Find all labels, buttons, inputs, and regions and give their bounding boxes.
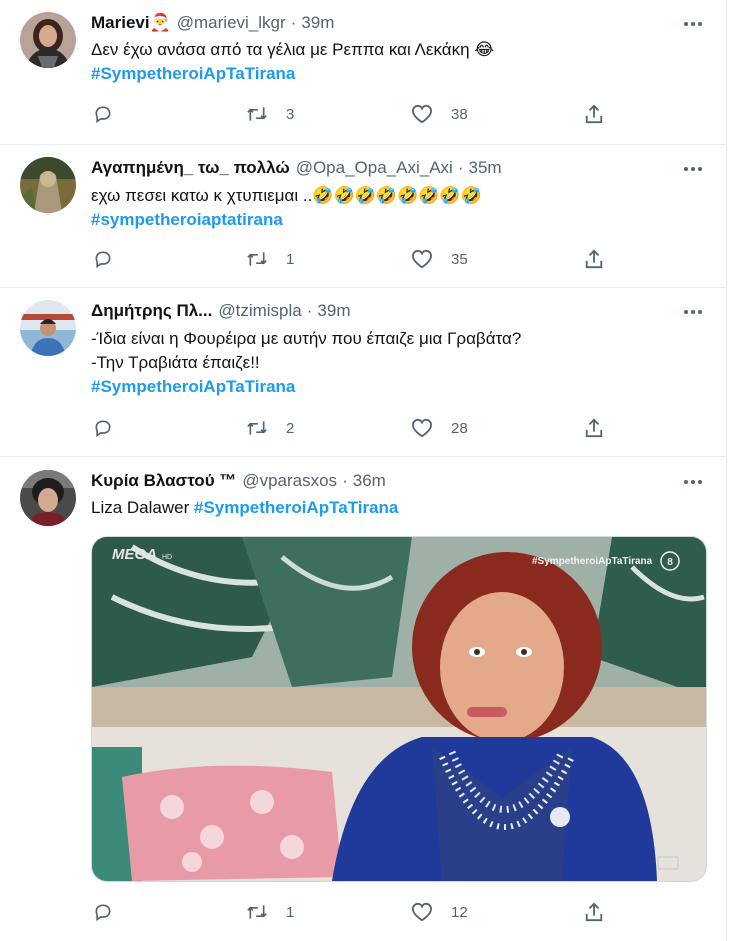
share-icon [585,418,603,438]
avatar[interactable] [20,300,76,356]
heart-icon [411,418,433,438]
tweet-text-line: Δεν έχω ανάσα από τα γέλια με Ρεππα και … [91,40,495,59]
display-name[interactable]: Αγαπημένη_ τω_ πολλώ [91,158,290,178]
more-icon[interactable] [682,301,704,323]
rating-badge: 8 [667,557,673,568]
like-button[interactable]: 35 [411,246,468,272]
tweet-header: Marievi🎅 @marievi_lkgr · 39m [91,10,334,36]
more-icon[interactable] [682,471,704,493]
channel-logo-sub: HD [162,554,172,561]
tweet-text: εχω πεσει κατω κ χτυπιεμαι ..🤣🤣🤣🤣🤣🤣🤣🤣 #s… [91,184,696,232]
share-icon [585,902,603,922]
share-icon [585,104,603,124]
more-icon[interactable] [682,158,704,180]
user-handle[interactable]: @Opa_Opa_Axi_Axi [296,158,453,178]
retweet-icon [247,421,267,435]
tweet[interactable]: Αγαπημένη_ τω_ πολλώ @Opa_Opa_Axi_Axi · … [0,144,726,288]
tweet-text-line: -Την Τραβιάτα έπαιζε!! [91,353,260,372]
separator-dot: · [306,301,313,320]
share-button[interactable] [584,899,604,925]
tweet-text: -Ίδια είναι η Φουρέιρα με αυτήν που έπαι… [91,327,696,399]
tweet[interactable]: Κυρία Βλαστού ™ @vparasxos · 36m Liza Da… [0,456,726,941]
heart-icon [411,249,433,269]
separator-dot: · [290,13,297,32]
like-count: 28 [451,419,468,437]
tweet-text-prefix: Liza Dalawer [91,498,190,517]
user-handle[interactable]: @vparasxos [242,471,337,491]
retweet-count: 1 [286,250,295,268]
hashtag-link[interactable]: #SympetheroiApTaTirana [194,498,398,517]
tweet-actions: 2 28 [91,415,631,441]
tweet-text: Liza Dalawer #SympetheroiApTaTirana [91,496,696,520]
reply-button[interactable] [93,899,113,925]
tweet-actions: 1 12 [91,899,631,925]
retweet-button[interactable]: 2 [246,415,294,441]
timestamp[interactable]: 39m [317,301,350,321]
tweet-text: Δεν έχω ανάσα από τα γέλια με Ρεππα και … [91,38,696,86]
avatar[interactable] [20,12,76,68]
reply-icon [95,251,111,269]
more-icon[interactable] [682,13,704,35]
hashtag-link[interactable]: #sympetheroiaptatirana [91,208,696,232]
reply-icon [95,106,111,124]
retweet-icon [247,252,267,266]
user-handle[interactable]: @tzimispla [218,301,301,321]
retweet-icon [247,905,267,919]
like-count: 12 [451,903,468,921]
separator-dot: · [457,158,464,177]
tweet-text-line: -Ίδια είναι η Φουρέιρα με αυτήν που έπαι… [91,329,522,348]
like-button[interactable]: 38 [411,101,468,127]
like-button[interactable]: 12 [411,899,468,925]
reply-button[interactable] [93,101,113,127]
retweet-button[interactable]: 1 [246,246,294,272]
share-button[interactable] [584,246,604,272]
retweet-icon [247,107,267,121]
tweet[interactable]: Δημήτρης Πλ... @tzimispla · 39m -Ίδια εί… [0,287,726,457]
reply-icon [95,904,111,922]
hashtag-link[interactable]: #SympetheroiApTaTirana [91,375,696,399]
heart-icon [411,104,433,124]
tweet-header: Δημήτρης Πλ... @tzimispla · 39m [91,298,350,324]
like-button[interactable]: 28 [411,415,468,441]
tweet-media-image[interactable]: MEGA HD #SympetheroiApTaTirana 8 [91,536,707,882]
user-handle[interactable]: @marievi_lkgr [177,13,286,33]
retweet-button[interactable]: 1 [246,899,294,925]
tweet-text-line: εχω πεσει κατω κ χτυπιεμαι ..🤣🤣🤣🤣🤣🤣🤣🤣 [91,186,482,205]
overlay-hashtag: #SympetheroiApTaTirana [532,556,653,567]
avatar[interactable] [20,157,76,213]
reply-icon [95,420,111,438]
like-count: 35 [451,250,468,268]
timeline: Marievi🎅 @marievi_lkgr · 39m Δεν έχω ανά… [0,0,727,941]
display-name[interactable]: Κυρία Βλαστού ™ [91,471,236,491]
timestamp[interactable]: 36m [353,471,386,491]
tweet-text-line: Liza Dalawer #SympetheroiApTaTirana [91,496,696,520]
hashtag-link[interactable]: #SympetheroiApTaTirana [91,62,696,86]
retweet-count: 1 [286,903,295,921]
tweet-header: Αγαπημένη_ τω_ πολλώ @Opa_Opa_Axi_Axi · … [91,155,502,181]
share-button[interactable] [584,101,604,127]
tweet-actions: 1 35 [91,246,631,272]
tweet-actions: 3 38 [91,101,631,127]
retweet-count: 2 [286,419,295,437]
share-button[interactable] [584,415,604,441]
display-name[interactable]: Marievi🎅 [91,13,171,33]
display-name[interactable]: Δημήτρης Πλ... [91,301,212,321]
like-count: 38 [451,105,468,123]
retweet-button[interactable]: 3 [246,101,294,127]
timestamp[interactable]: 35m [468,158,501,178]
heart-icon [411,902,433,922]
timestamp[interactable]: 39m [301,13,334,33]
reply-button[interactable] [93,246,113,272]
reply-button[interactable] [93,415,113,441]
separator-dot: · [342,471,348,490]
channel-logo: MEGA [112,546,157,563]
tweet-header: Κυρία Βλαστού ™ @vparasxos · 36m [91,468,386,494]
avatar[interactable] [20,470,76,526]
retweet-count: 3 [286,105,295,123]
share-icon [585,249,603,269]
tweet[interactable]: Marievi🎅 @marievi_lkgr · 39m Δεν έχω ανά… [0,0,726,145]
